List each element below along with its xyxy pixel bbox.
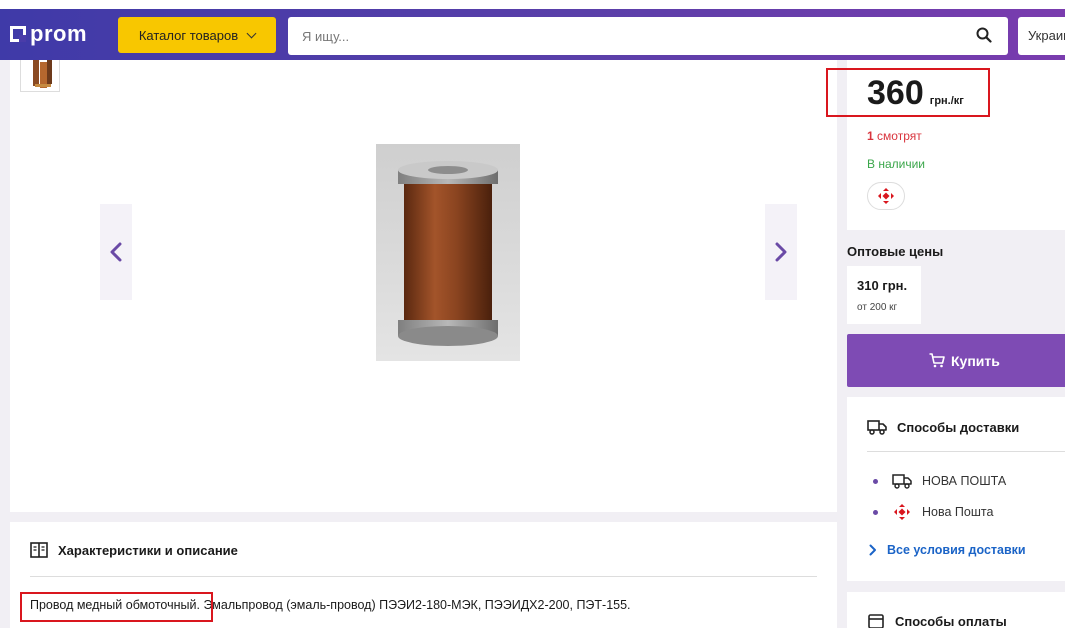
delivery-option-label: НОВА ПОШТА [922, 474, 1007, 488]
delivery-option: Нова Пошта [873, 503, 993, 521]
delivery-header: Способы доставки [867, 419, 1019, 435]
top-header: prom Каталог товаров Украина [0, 0, 1065, 60]
nova-poshta-badge[interactable] [867, 182, 905, 210]
wholesale-min-qty: от 200 кг [857, 302, 898, 313]
delivery-conditions-link[interactable]: Все условия доставки [869, 543, 1026, 557]
cart-icon [929, 353, 945, 368]
delivery-conditions-label: Все условия доставки [887, 543, 1026, 557]
search-bar [288, 17, 1008, 55]
wholesale-price: 310 грн. [857, 278, 908, 293]
catalog-button[interactable]: Каталог товаров [118, 17, 276, 53]
prom-logo[interactable]: prom [10, 22, 87, 46]
delivery-card: Способы доставки НОВА ПОШТА Нова Пошта В… [847, 397, 1065, 581]
wholesale-title: Оптовые цены [847, 244, 944, 259]
characteristics-section: Характеристики и описание Провод медный … [10, 522, 837, 628]
search-icon[interactable] [976, 27, 992, 43]
characteristics-header: Характеристики и описание [30, 542, 238, 558]
thumbnail-image [33, 60, 52, 88]
chevron-right-icon [869, 544, 876, 556]
payment-header: Способы оплаты [867, 612, 1007, 628]
book-icon [30, 542, 48, 558]
bullet [873, 509, 878, 515]
watching-counter: 1 смотрят [867, 129, 922, 143]
wholesale-tier: 310 грн. от 200 кг [847, 266, 921, 324]
gallery-thumbnail[interactable] [20, 60, 60, 92]
buy-button-label: Купить [951, 352, 1000, 369]
search-input[interactable] [302, 17, 942, 55]
price-annotation-box [826, 68, 990, 117]
wallet-icon [868, 614, 884, 628]
region-selector[interactable]: Украина [1018, 17, 1065, 55]
truck-icon [892, 474, 912, 489]
description-rest: Эмальпровод (эмаль-провод) ПЭЭИ2-180-МЭК… [199, 598, 631, 612]
delivery-option: НОВА ПОШТА [873, 473, 1006, 489]
delivery-title: Способы доставки [897, 419, 1020, 435]
characteristics-title: Характеристики и описание [58, 542, 238, 558]
bullet [873, 478, 878, 484]
product-gallery [10, 60, 837, 512]
gallery-prev-button[interactable] [100, 204, 132, 300]
truck-icon [867, 420, 887, 435]
nova-poshta-icon [894, 504, 910, 520]
divider [867, 451, 1065, 452]
logo-mark-icon [10, 26, 26, 42]
delivery-option-label: Нова Пошта [922, 505, 994, 519]
buy-button[interactable]: Купить [847, 334, 1065, 387]
logo-text: prom [30, 21, 87, 46]
stock-status: В наличии [867, 157, 926, 171]
watching-label: смотрят [877, 129, 922, 143]
nova-poshta-icon [878, 188, 894, 204]
chevron-right-icon [775, 242, 787, 262]
payment-card: Способы оплаты [847, 592, 1065, 628]
chevron-down-icon [246, 28, 257, 38]
highlight-annotation-box [20, 592, 213, 622]
divider [30, 576, 817, 577]
catalog-button-label: Каталог товаров [138, 27, 239, 43]
watching-count: 1 [867, 129, 874, 143]
chevron-left-icon [110, 242, 122, 262]
product-photo[interactable] [376, 144, 520, 361]
payment-title: Способы оплаты [895, 613, 1007, 628]
gallery-next-button[interactable] [765, 204, 797, 300]
header-top-strip [0, 0, 1065, 9]
